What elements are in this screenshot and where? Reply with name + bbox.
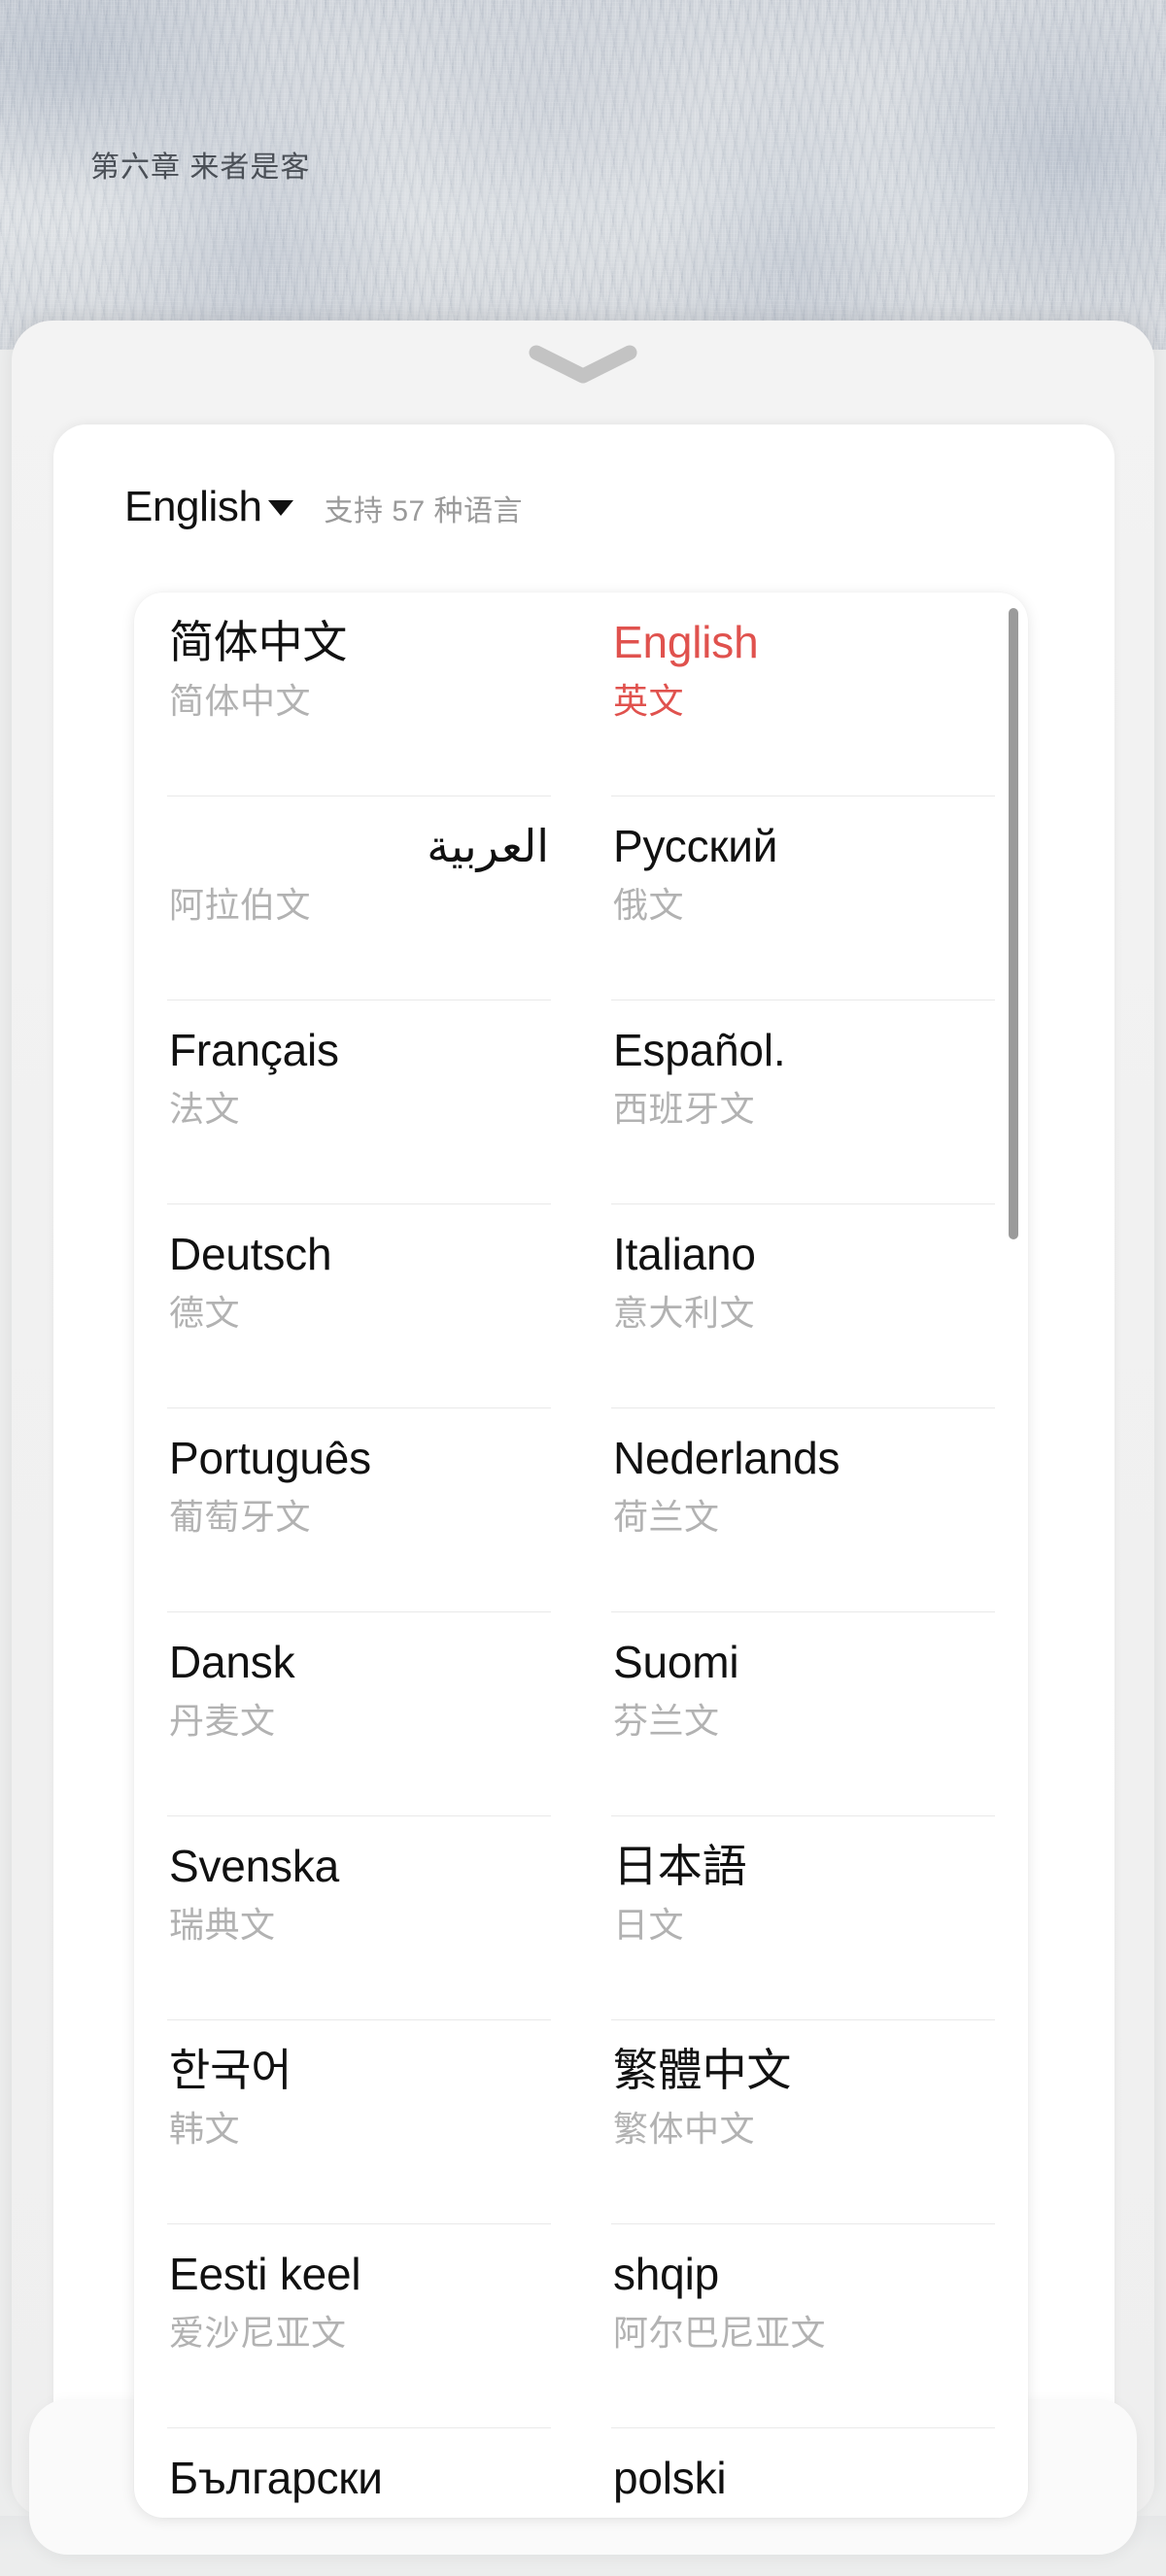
language-grid: 简体中文 简体中文 English 英文 العربية 阿拉伯文 Русский 俄文 Fra… bbox=[134, 593, 1028, 2518]
language-native-name: Deutsch bbox=[169, 1229, 332, 1279]
language-chinese-name: 简体中文 bbox=[169, 680, 312, 721]
language-native-name: Dansk bbox=[169, 1637, 295, 1687]
language-option[interactable]: 한국어 韩文 bbox=[159, 2020, 559, 2224]
language-option[interactable]: العربية 阿拉伯文 bbox=[159, 797, 559, 1000]
language-native-name: 繁體中文 bbox=[613, 2045, 792, 2095]
caret-down-icon bbox=[266, 496, 295, 523]
language-native-name: Italiano bbox=[613, 1229, 756, 1279]
language-option[interactable]: Español. 西班牙文 bbox=[603, 1000, 1003, 1204]
language-native-name: Български bbox=[169, 2453, 383, 2503]
language-option[interactable]: 繁體中文 繁体中文 bbox=[603, 2020, 1003, 2224]
language-native-name: Eesti keel bbox=[169, 2249, 361, 2299]
language-option[interactable]: shqip 阿尔巴尼亚文 bbox=[603, 2224, 1003, 2428]
language-option[interactable]: Eesti keel 爱沙尼亚文 bbox=[159, 2224, 559, 2428]
language-native-name: shqip bbox=[613, 2249, 719, 2299]
language-native-name: Nederlands bbox=[613, 1433, 840, 1483]
language-chinese-name: 繁体中文 bbox=[613, 2108, 756, 2149]
language-native-name: Português bbox=[169, 1433, 371, 1483]
language-native-name: العربية bbox=[427, 821, 549, 871]
language-option[interactable]: English 英文 bbox=[603, 593, 1003, 797]
language-option[interactable]: polski bbox=[603, 2428, 1003, 2518]
language-native-name: Русский bbox=[613, 821, 778, 871]
language-option[interactable]: Dansk 丹麦文 bbox=[159, 1612, 559, 1816]
language-native-name: Svenska bbox=[169, 1841, 340, 1891]
language-chinese-name: 英文 bbox=[613, 680, 685, 721]
language-chinese-name: 日文 bbox=[613, 1904, 685, 1945]
language-option[interactable]: Deutsch 德文 bbox=[159, 1204, 559, 1408]
language-chinese-name: 德文 bbox=[169, 1292, 241, 1333]
language-chinese-name: 芬兰文 bbox=[613, 1700, 720, 1741]
app-root: 第六章 来者是客 English 支持 57 种语言 简体中文 简体中文 Engli… bbox=[0, 0, 1166, 2576]
language-option[interactable]: Français 法文 bbox=[159, 1000, 559, 1204]
language-option[interactable]: 简体中文 简体中文 bbox=[159, 593, 559, 797]
current-language-dropdown[interactable]: English bbox=[124, 486, 295, 528]
language-chinese-name: 阿尔巴尼亚文 bbox=[613, 2312, 827, 2353]
language-chinese-name: 西班牙文 bbox=[613, 1088, 756, 1129]
language-option[interactable]: 日本語 日文 bbox=[603, 1816, 1003, 2020]
language-native-name: 日本語 bbox=[613, 1841, 747, 1891]
language-option[interactable]: Suomi 芬兰文 bbox=[603, 1612, 1003, 1816]
language-native-name: 简体中文 bbox=[169, 617, 348, 667]
scrollbar-track[interactable] bbox=[1009, 608, 1018, 2502]
language-chinese-name: 爱沙尼亚文 bbox=[169, 2312, 347, 2353]
language-chinese-name: 丹麦文 bbox=[169, 1700, 276, 1741]
language-native-name: English bbox=[613, 617, 759, 667]
language-chinese-name: 俄文 bbox=[613, 884, 685, 925]
language-chinese-name: 意大利文 bbox=[613, 1292, 756, 1333]
language-option[interactable]: Български bbox=[159, 2428, 559, 2518]
language-option[interactable]: Italiano 意大利文 bbox=[603, 1204, 1003, 1408]
language-chinese-name: 法文 bbox=[169, 1088, 241, 1129]
supported-language-count: 支持 57 种语言 bbox=[324, 495, 524, 527]
language-option[interactable]: Svenska 瑞典文 bbox=[159, 1816, 559, 2020]
current-language-label: English bbox=[124, 483, 262, 530]
language-chinese-name: 瑞典文 bbox=[169, 1904, 276, 1945]
language-native-name: Suomi bbox=[613, 1637, 739, 1687]
language-native-name: polski bbox=[613, 2453, 727, 2503]
scrollbar-thumb[interactable] bbox=[1009, 608, 1018, 1239]
chapter-title: 第六章 来者是客 bbox=[90, 152, 311, 184]
language-chinese-name: 阿拉伯文 bbox=[169, 884, 312, 925]
language-header: English 支持 57 种语言 bbox=[124, 486, 523, 528]
chevron-down-icon[interactable] bbox=[526, 342, 640, 387]
language-list-card: 简体中文 简体中文 English 英文 العربية 阿拉伯文 Русский 俄文 Fra… bbox=[134, 593, 1028, 2518]
language-chinese-name: 荷兰文 bbox=[613, 1496, 720, 1537]
language-option[interactable]: Nederlands 荷兰文 bbox=[603, 1408, 1003, 1612]
language-native-name: 한국어 bbox=[169, 2045, 292, 2095]
language-native-name: Français bbox=[169, 1025, 339, 1075]
language-option[interactable]: Русский 俄文 bbox=[603, 797, 1003, 1000]
language-option[interactable]: Português 葡萄牙文 bbox=[159, 1408, 559, 1612]
language-chinese-name: 葡萄牙文 bbox=[169, 1496, 312, 1537]
language-native-name: Español. bbox=[613, 1025, 786, 1075]
language-chinese-name: 韩文 bbox=[169, 2108, 241, 2149]
